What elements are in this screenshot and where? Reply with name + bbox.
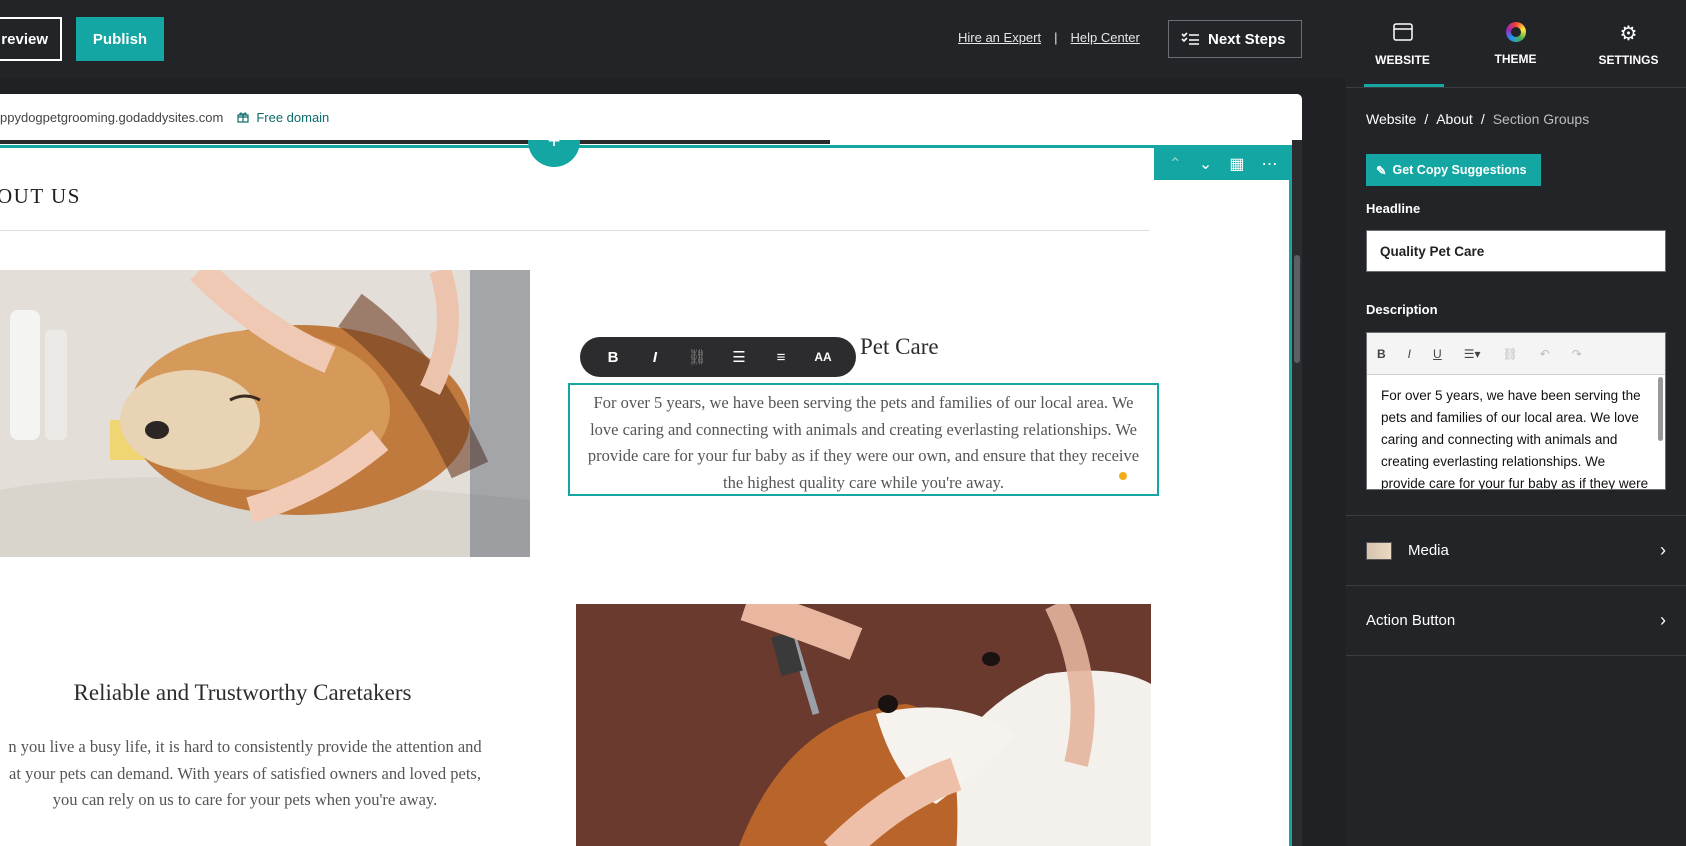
dog-grooming-photo[interactable] xyxy=(576,604,1151,846)
breadcrumb: Website / About / Section Groups xyxy=(1366,111,1589,127)
magic-wand-icon: ✎ xyxy=(1376,163,1387,178)
bullet-list-icon[interactable]: ☰ xyxy=(724,348,754,366)
headline-field[interactable]: Quality Pet Care xyxy=(1366,230,1666,272)
move-down-icon[interactable]: ⌄ xyxy=(1199,154,1212,174)
numbered-list-icon[interactable]: ≡ xyxy=(766,349,796,366)
description-editor-body[interactable]: For over 5 years, we have been serving t… xyxy=(1367,375,1665,489)
tab-theme-label: THEME xyxy=(1494,51,1537,66)
previous-section-edge xyxy=(0,140,830,144)
preview-button[interactable]: review xyxy=(0,17,62,61)
tab-website-label: WEBSITE xyxy=(1375,52,1430,67)
section-heading-2[interactable]: Reliable and Trustworthy Caretakers xyxy=(0,680,485,706)
theme-ring-icon xyxy=(1505,21,1526,42)
site-url-bar: ppydogpetgrooming.godaddysites.com Free … xyxy=(0,94,1302,140)
breadcrumb-current: Section Groups xyxy=(1492,111,1590,127)
editor-side-panel: WEBSITE THEME ⚙ SETTINGS Website / About… xyxy=(1346,0,1686,846)
dog-grooming-illustration xyxy=(576,604,1151,846)
checklist-icon xyxy=(1181,32,1199,45)
link-icon[interactable]: ⛓ xyxy=(1502,347,1517,361)
layout-icon[interactable]: ▦ xyxy=(1229,154,1244,174)
hire-expert-link[interactable]: Hire an Expert xyxy=(958,30,1041,45)
free-domain-link[interactable]: Free domain xyxy=(237,110,329,125)
panel-tabs: WEBSITE THEME ⚙ SETTINGS xyxy=(1346,0,1686,88)
next-steps-button[interactable]: Next Steps xyxy=(1168,20,1302,58)
list-dropdown-icon[interactable]: ☰▾ xyxy=(1464,347,1481,361)
bold-icon[interactable]: B xyxy=(1377,347,1386,361)
redo-icon[interactable]: ↷ xyxy=(1572,347,1582,361)
underline-icon[interactable]: U xyxy=(1433,347,1442,361)
tab-website[interactable]: WEBSITE xyxy=(1346,0,1459,87)
browser-icon xyxy=(1392,22,1413,41)
get-copy-suggestions-button[interactable]: ✎ Get Copy Suggestions xyxy=(1366,154,1541,186)
next-steps-label: Next Steps xyxy=(1208,30,1286,48)
breadcrumb-separator: / xyxy=(1480,111,1485,127)
canvas-scroll-thumb[interactable] xyxy=(1294,255,1300,363)
link-icon[interactable]: ⛓ xyxy=(682,348,712,366)
action-button-row[interactable]: Action Button › xyxy=(1346,585,1686,655)
section-paragraph-2[interactable]: n you live a busy life, it is hard to co… xyxy=(0,734,530,814)
canvas-scrollbar[interactable] xyxy=(1292,140,1302,846)
panel-divider xyxy=(1346,655,1686,656)
description-textbox[interactable]: For over 5 years, we have been serving t… xyxy=(568,383,1159,496)
font-size-icon[interactable]: AA xyxy=(808,350,838,364)
section-divider xyxy=(0,230,1150,231)
tab-settings[interactable]: ⚙ SETTINGS xyxy=(1572,0,1685,87)
get-copy-suggestions-label: Get Copy Suggestions xyxy=(1392,163,1527,177)
description-scroll-thumb[interactable] xyxy=(1658,377,1663,441)
help-center-link[interactable]: Help Center xyxy=(1070,30,1139,45)
site-preview-canvas: ⌃ ⌄ ▦ ⋯ OUT US Pet Care B I ⛓ ☰ ≡ AA For… xyxy=(0,140,1292,846)
media-label: Media xyxy=(1408,542,1449,559)
gift-icon xyxy=(237,112,249,123)
italic-icon[interactable]: I xyxy=(1408,347,1411,361)
gear-icon: ⚙ xyxy=(1619,22,1638,45)
text-format-toolbar: B I ⛓ ☰ ≡ AA xyxy=(580,337,856,377)
section-title[interactable]: OUT US xyxy=(0,184,81,209)
dog-bath-photo[interactable] xyxy=(0,270,530,557)
breadcrumb-website[interactable]: Website xyxy=(1366,111,1416,127)
breadcrumb-separator: / xyxy=(1424,111,1429,127)
breadcrumb-about[interactable]: About xyxy=(1436,111,1473,127)
italic-icon[interactable]: I xyxy=(640,349,670,366)
editor-topbar: review Publish Hire an Expert | Help Cen… xyxy=(0,0,1346,78)
undo-icon[interactable]: ↶ xyxy=(1540,347,1550,361)
section-toolbar: ⌃ ⌄ ▦ ⋯ xyxy=(1154,147,1292,180)
link-separator: | xyxy=(1054,30,1058,45)
description-editor-toolbar: B I U ☰▾ ⛓ ↶ ↷ xyxy=(1367,333,1665,375)
dog-bath-illustration xyxy=(0,270,530,557)
chevron-right-icon: › xyxy=(1660,540,1666,560)
section-heading-1[interactable]: Pet Care xyxy=(860,334,939,360)
description-label: Description xyxy=(1366,302,1438,317)
chevron-right-icon: › xyxy=(1660,610,1666,630)
site-url: ppydogpetgrooming.godaddysites.com xyxy=(0,109,224,125)
action-button-label: Action Button xyxy=(1366,612,1456,629)
move-up-icon[interactable]: ⌃ xyxy=(1169,154,1182,174)
more-options-icon[interactable]: ⋯ xyxy=(1261,154,1277,174)
edit-indicator-dot xyxy=(1119,472,1127,480)
bold-icon[interactable]: B xyxy=(598,349,628,366)
media-row[interactable]: Media › xyxy=(1346,515,1686,585)
add-section-button[interactable]: + xyxy=(528,140,580,167)
tab-theme[interactable]: THEME xyxy=(1459,0,1572,87)
media-thumbnail xyxy=(1366,541,1392,560)
selected-section-border xyxy=(0,145,1292,148)
publish-button[interactable]: Publish xyxy=(76,17,164,61)
description-editor[interactable]: B I U ☰▾ ⛓ ↶ ↷ For over 5 years, we have… xyxy=(1366,332,1666,490)
headline-label: Headline xyxy=(1366,201,1421,216)
tab-settings-label: SETTINGS xyxy=(1598,52,1659,67)
free-domain-label: Free domain xyxy=(256,109,330,125)
top-links: Hire an Expert | Help Center xyxy=(958,30,1140,45)
